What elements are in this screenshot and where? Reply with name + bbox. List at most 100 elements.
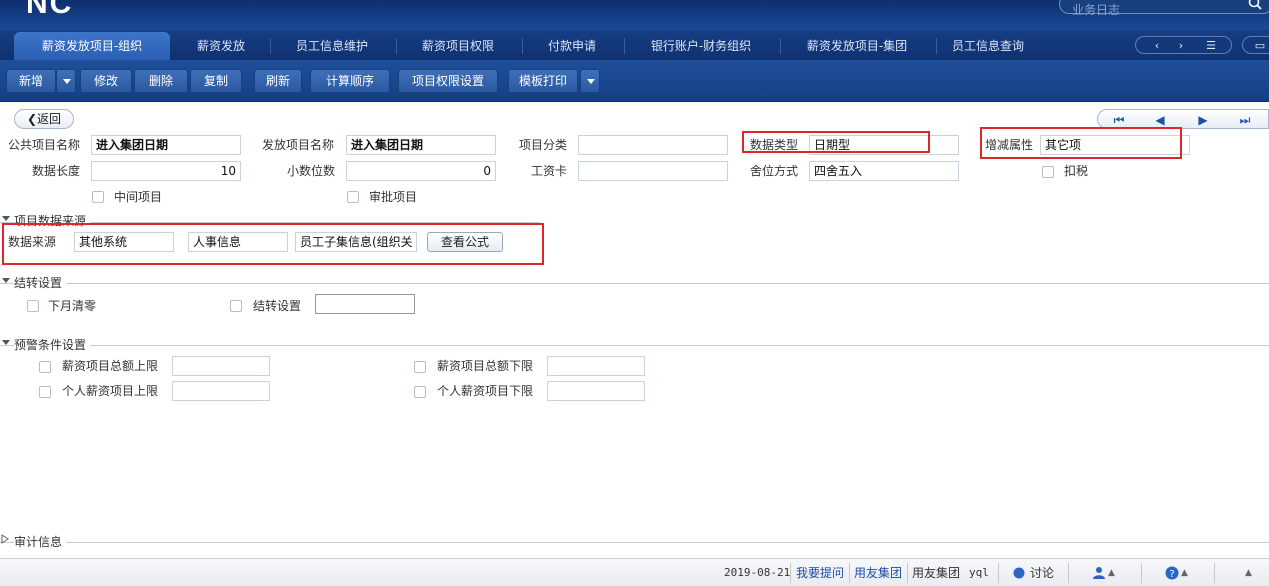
issue-item-name-field[interactable]: 进入集团日期 [346,135,496,155]
tab-payment-request[interactable]: 付款申请 [524,32,620,60]
delete-button[interactable]: 删除 [134,69,188,93]
carry-over-section-title: 结转设置 [14,275,67,291]
chevron-right-icon[interactable]: › [1174,39,1188,53]
record-pager: ⏮ ◀ ▶ ⏭ [1097,109,1269,129]
data-length-label: 数据长度 [32,164,81,178]
total-upper-label: 薪资项目总额上限 [62,359,159,373]
caret-up-icon[interactable]: ▲ [1245,565,1252,581]
inc-dec-attr-field[interactable]: 其它项 [1040,135,1190,155]
status-separator [1214,563,1215,583]
help-icon[interactable]: ? [1165,566,1179,580]
status-separator [1141,563,1142,583]
clear-next-month-label: 下月清零 [48,299,97,313]
carry-setting-checkbox[interactable] [230,300,242,312]
back-button[interactable]: ❮返回 [14,109,74,129]
caret-up-icon: ▲ [1108,568,1115,578]
status-separator [849,563,850,583]
data-source-section-title: 项目数据来源 [14,213,91,229]
next-record-icon[interactable]: ▶ [1196,113,1210,127]
collapse-triangle-icon[interactable] [2,278,10,283]
data-source-field[interactable]: 其他系统 [74,232,174,252]
tab-bank-account[interactable]: 银行账户-财务组织 [626,32,776,60]
expand-triangle-icon[interactable] [0,534,10,544]
item-permission-button[interactable]: 项目权限设置 [398,69,498,93]
list-icon[interactable]: ☰ [1204,39,1218,53]
section-divider [0,542,1269,543]
tab-salary-item-org[interactable]: 薪资发放项目-组织 [14,32,170,60]
status-separator [907,563,908,583]
carry-setting-field[interactable] [315,294,415,314]
data-type-field[interactable]: 日期型 [809,135,959,155]
tab-salary-payment[interactable]: 薪资发放 [176,32,266,60]
tab-navigator: ‹ › ☰ [1135,36,1232,54]
payslip-field[interactable] [578,161,728,181]
personal-upper-label: 个人薪资项目上限 [62,384,159,398]
data-type-label: 数据类型 [750,138,799,152]
group-name: 用友集团 [912,566,961,580]
approval-label: 审批项目 [369,190,418,204]
first-record-icon[interactable]: ⏮ [1112,113,1126,127]
source-subset-field[interactable]: 员工子集信息(组织关 [295,232,417,252]
intermediate-checkbox[interactable] [92,191,104,203]
total-upper-field[interactable] [172,356,270,376]
view-formula-button[interactable]: 查看公式 [427,232,503,252]
total-upper-checkbox[interactable] [39,361,51,373]
personal-upper-checkbox[interactable] [39,386,51,398]
public-item-name-label: 公共项目名称 [8,138,81,152]
clear-next-month-checkbox[interactable] [27,300,39,312]
caret-up-icon: ▲ [1181,568,1188,578]
prev-record-icon[interactable]: ◀ [1153,113,1167,127]
item-category-field[interactable] [578,135,728,155]
total-lower-field[interactable] [547,356,645,376]
tab-employee-info[interactable]: 员工信息维护 [272,32,392,60]
public-item-name-field[interactable]: 进入集团日期 [91,135,241,155]
ask-question-link[interactable]: 我要提问 [796,565,844,581]
personal-lower-field[interactable] [547,381,645,401]
tab-separator [780,38,781,54]
rounding-field[interactable]: 四舍五入 [809,161,959,181]
decimal-places-label: 小数位数 [287,164,336,178]
collapse-triangle-icon[interactable] [2,216,10,221]
top-header: NC 业务日志 [0,0,1269,30]
tab-employee-query[interactable]: 员工信息查询 [938,32,1038,60]
search-icon[interactable] [1248,0,1262,10]
add-button[interactable]: 新增 [6,69,56,93]
tax-checkbox[interactable] [1042,166,1054,178]
collapse-triangle-icon[interactable] [2,340,10,345]
chevron-left-icon[interactable]: ‹ [1150,39,1164,53]
template-print-button[interactable]: 模板打印 [508,69,578,93]
discuss-icon[interactable] [1013,567,1025,579]
add-dropdown-button[interactable] [56,69,76,93]
user-icon[interactable] [1092,566,1106,580]
personal-lower-checkbox[interactable] [414,386,426,398]
section-divider [0,283,1269,284]
decimal-places-field[interactable]: 0 [346,161,496,181]
source-system-field[interactable]: 人事信息 [188,232,288,252]
tab-separator [270,38,271,54]
refresh-button[interactable]: 刷新 [254,69,302,93]
tab-bar: 薪资发放项目-组织 薪资发放 员工信息维护 薪资项目权限 付款申请 银行账户-财… [0,30,1269,60]
copy-button[interactable]: 复制 [190,69,242,93]
status-date: 2019-08-21 [724,566,791,579]
discuss-label[interactable]: 讨论 [1030,565,1054,581]
group-link[interactable]: 用友集团 [854,565,902,581]
status-separator [1068,563,1069,583]
window-icon: ▭ [1254,39,1266,52]
tab-separator [396,38,397,54]
tab-salary-item-permission[interactable]: 薪资项目权限 [398,32,518,60]
search-input[interactable]: 业务日志 [1059,0,1269,17]
print-dropdown-button[interactable] [580,69,600,93]
data-source-label: 数据来源 [8,235,57,249]
approval-checkbox[interactable] [347,191,359,203]
warning-section-title: 预警条件设置 [14,337,91,353]
intermediate-label: 中间项目 [114,190,163,204]
personal-upper-field[interactable] [172,381,270,401]
last-record-icon[interactable]: ⏭ [1238,113,1252,127]
back-label: 返回 [37,112,62,126]
edit-button[interactable]: 修改 [80,69,132,93]
calc-order-button[interactable]: 计算顺序 [310,69,390,93]
maximize-button[interactable]: ▭ [1242,36,1269,54]
total-lower-checkbox[interactable] [414,361,426,373]
tab-salary-item-group[interactable]: 薪资发放项目-集团 [782,32,932,60]
data-length-field[interactable]: 10 [91,161,241,181]
